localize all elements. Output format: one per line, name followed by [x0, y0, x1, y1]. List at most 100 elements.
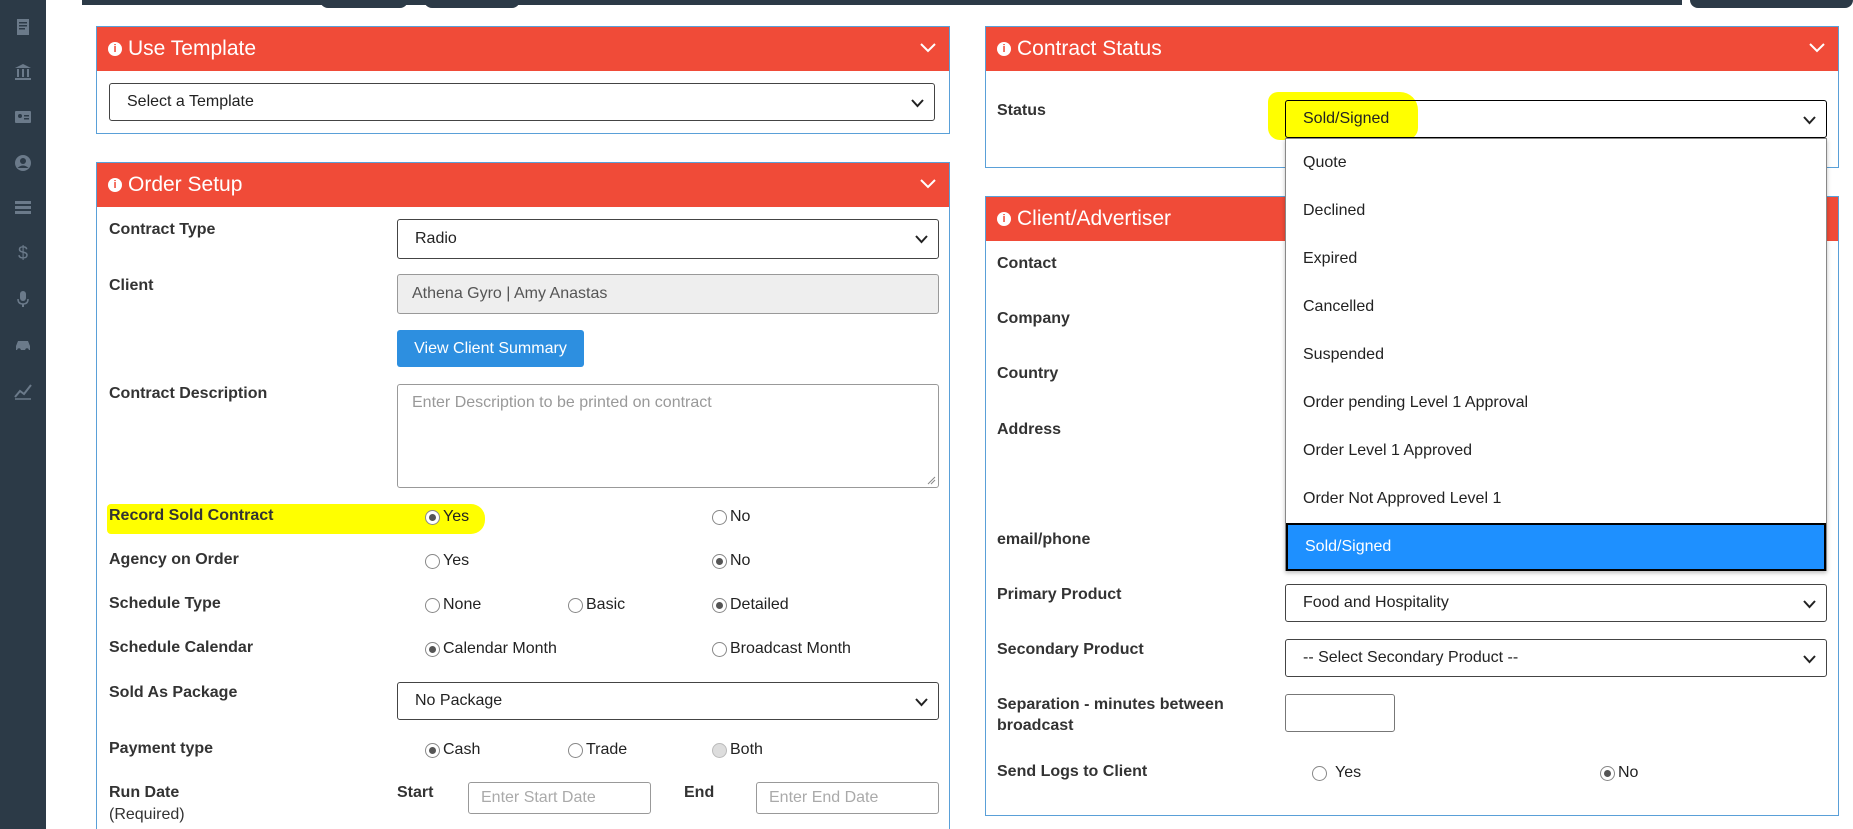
id-card-icon[interactable] — [0, 102, 46, 132]
radio-icon — [568, 597, 583, 613]
payment-cash-radio[interactable]: Cash — [425, 741, 480, 759]
info-icon: i — [997, 42, 1011, 56]
sold-as-package-select[interactable]: No Package — [397, 682, 939, 720]
radio-icon — [712, 509, 727, 525]
radio-icon — [712, 553, 727, 569]
car-icon[interactable] — [0, 330, 46, 360]
separation-label-line1: Separation - minutes between — [997, 696, 1224, 713]
radio-icon — [425, 641, 440, 657]
send-logs-no-radio[interactable]: No — [1600, 764, 1638, 782]
end-date-input[interactable]: Enter End Date — [756, 782, 939, 814]
separation-input[interactable] — [1285, 694, 1395, 732]
payment-trade-radio[interactable]: Trade — [568, 741, 627, 759]
schedule-calendar-label: Schedule Calendar — [109, 639, 254, 656]
dropdown-option[interactable]: Cancelled — [1286, 283, 1826, 331]
dollar-icon[interactable]: $ — [0, 238, 46, 268]
use-template-card: i Use Template Select a Template — [96, 26, 950, 134]
agency-no-radio[interactable]: No — [712, 552, 750, 570]
schedule-type-label: Schedule Type — [109, 595, 221, 612]
separation-label-line2: broadcast — [997, 717, 1074, 734]
chevron-down-icon[interactable] — [1808, 41, 1826, 55]
client-field: Athena Gyro | Amy Anastas — [397, 274, 939, 314]
top-nav-tab[interactable] — [320, 0, 408, 8]
agency-on-order-label: Agency on Order — [109, 551, 239, 568]
dropdown-option[interactable]: Order Not Approved Level 1 — [1286, 475, 1826, 523]
sold-as-package-label: Sold As Package — [109, 684, 238, 701]
contract-type-label: Contract Type — [109, 221, 216, 238]
view-client-summary-button[interactable]: View Client Summary — [397, 330, 584, 367]
dropdown-option[interactable]: Expired — [1286, 235, 1826, 283]
radio-icon — [712, 742, 727, 758]
radio-icon — [712, 641, 727, 657]
schedule-detailed-radio[interactable]: Detailed — [712, 596, 789, 614]
chevron-down-icon — [915, 235, 928, 244]
dropdown-option-selected[interactable]: Sold/Signed — [1286, 523, 1826, 571]
radio-icon — [425, 509, 440, 525]
contract-description-textarea[interactable]: Enter Description to be printed on contr… — [397, 384, 939, 488]
use-template-title: Use Template — [128, 37, 257, 60]
contract-status-header[interactable]: i Contract Status — [986, 27, 1838, 71]
client-label: Client — [109, 277, 154, 294]
template-select[interactable]: Select a Template — [109, 83, 935, 121]
start-label: Start — [397, 784, 434, 801]
contract-description-label: Contract Description — [109, 385, 268, 402]
order-setup-card: i Order Setup — [96, 162, 950, 829]
dropdown-option[interactable]: Order pending Level 1 Approval — [1286, 379, 1826, 427]
bank-icon[interactable] — [0, 57, 46, 87]
status-dropdown-list: Quote Declined Expired Cancelled Suspend… — [1285, 138, 1827, 571]
payment-both-radio[interactable]: Both — [712, 741, 763, 759]
calendar-month-radio[interactable]: Calendar Month — [425, 640, 557, 658]
chevron-down-icon — [1803, 600, 1816, 609]
record-sold-yes-radio[interactable]: Yes — [425, 508, 469, 526]
top-nav-tab[interactable] — [1690, 0, 1853, 8]
agency-yes-radio[interactable]: Yes — [425, 552, 469, 570]
status-label: Status — [997, 102, 1046, 119]
order-setup-title: Order Setup — [128, 173, 243, 196]
schedule-none-radio[interactable]: None — [425, 596, 481, 614]
dropdown-option[interactable]: Declined — [1286, 187, 1826, 235]
list-icon[interactable] — [0, 192, 46, 222]
use-template-header[interactable]: i Use Template — [97, 27, 949, 71]
chevron-down-icon[interactable] — [919, 41, 937, 55]
secondary-product-select[interactable]: -- Select Secondary Product -- — [1285, 639, 1827, 677]
primary-product-select[interactable]: Food and Hospitality — [1285, 584, 1827, 622]
contact-label: Contact — [997, 255, 1057, 272]
radio-icon — [425, 597, 440, 613]
microphone-icon[interactable] — [0, 284, 46, 314]
dropdown-option[interactable]: Quote — [1286, 139, 1826, 187]
chevron-down-icon — [915, 698, 928, 707]
order-setup-header[interactable]: i Order Setup — [97, 163, 949, 207]
payment-type-label: Payment type — [109, 740, 214, 757]
client-advertiser-title: Client/Advertiser — [1017, 207, 1172, 230]
primary-product-label: Primary Product — [997, 586, 1122, 603]
end-label: End — [684, 784, 715, 801]
country-label: Country — [997, 365, 1059, 382]
radio-icon — [425, 553, 440, 569]
info-icon: i — [108, 42, 122, 56]
status-select[interactable]: Sold/Signed — [1285, 100, 1827, 138]
top-nav-tab[interactable] — [424, 0, 520, 8]
schedule-basic-radio[interactable]: Basic — [568, 596, 625, 614]
secondary-product-label: Secondary Product — [997, 641, 1144, 658]
dropdown-option[interactable]: Order Level 1 Approved — [1286, 427, 1826, 475]
radio-icon — [1312, 765, 1327, 781]
broadcast-month-radio[interactable]: Broadcast Month — [712, 640, 851, 658]
chevron-down-icon — [1803, 116, 1816, 125]
chevron-down-icon — [1803, 655, 1816, 664]
send-logs-label: Send Logs to Client — [997, 763, 1148, 780]
sidebar: $ — [0, 0, 46, 829]
radio-icon — [1600, 765, 1615, 781]
contract-type-select[interactable]: Radio — [397, 219, 939, 259]
send-logs-yes-radio[interactable]: Yes — [1312, 764, 1361, 782]
dropdown-option[interactable]: Suspended — [1286, 331, 1826, 379]
chevron-down-icon[interactable] — [919, 177, 937, 191]
chart-line-icon[interactable] — [0, 376, 46, 406]
record-sold-no-radio[interactable]: No — [712, 508, 750, 526]
start-date-input[interactable]: Enter Start Date — [468, 782, 651, 814]
run-date-label: Run Date — [109, 784, 180, 801]
resize-handle-icon[interactable] — [926, 475, 936, 485]
document-icon[interactable] — [0, 12, 46, 42]
info-icon: i — [997, 212, 1011, 226]
radio-icon — [568, 742, 583, 758]
user-circle-icon[interactable] — [0, 148, 46, 178]
